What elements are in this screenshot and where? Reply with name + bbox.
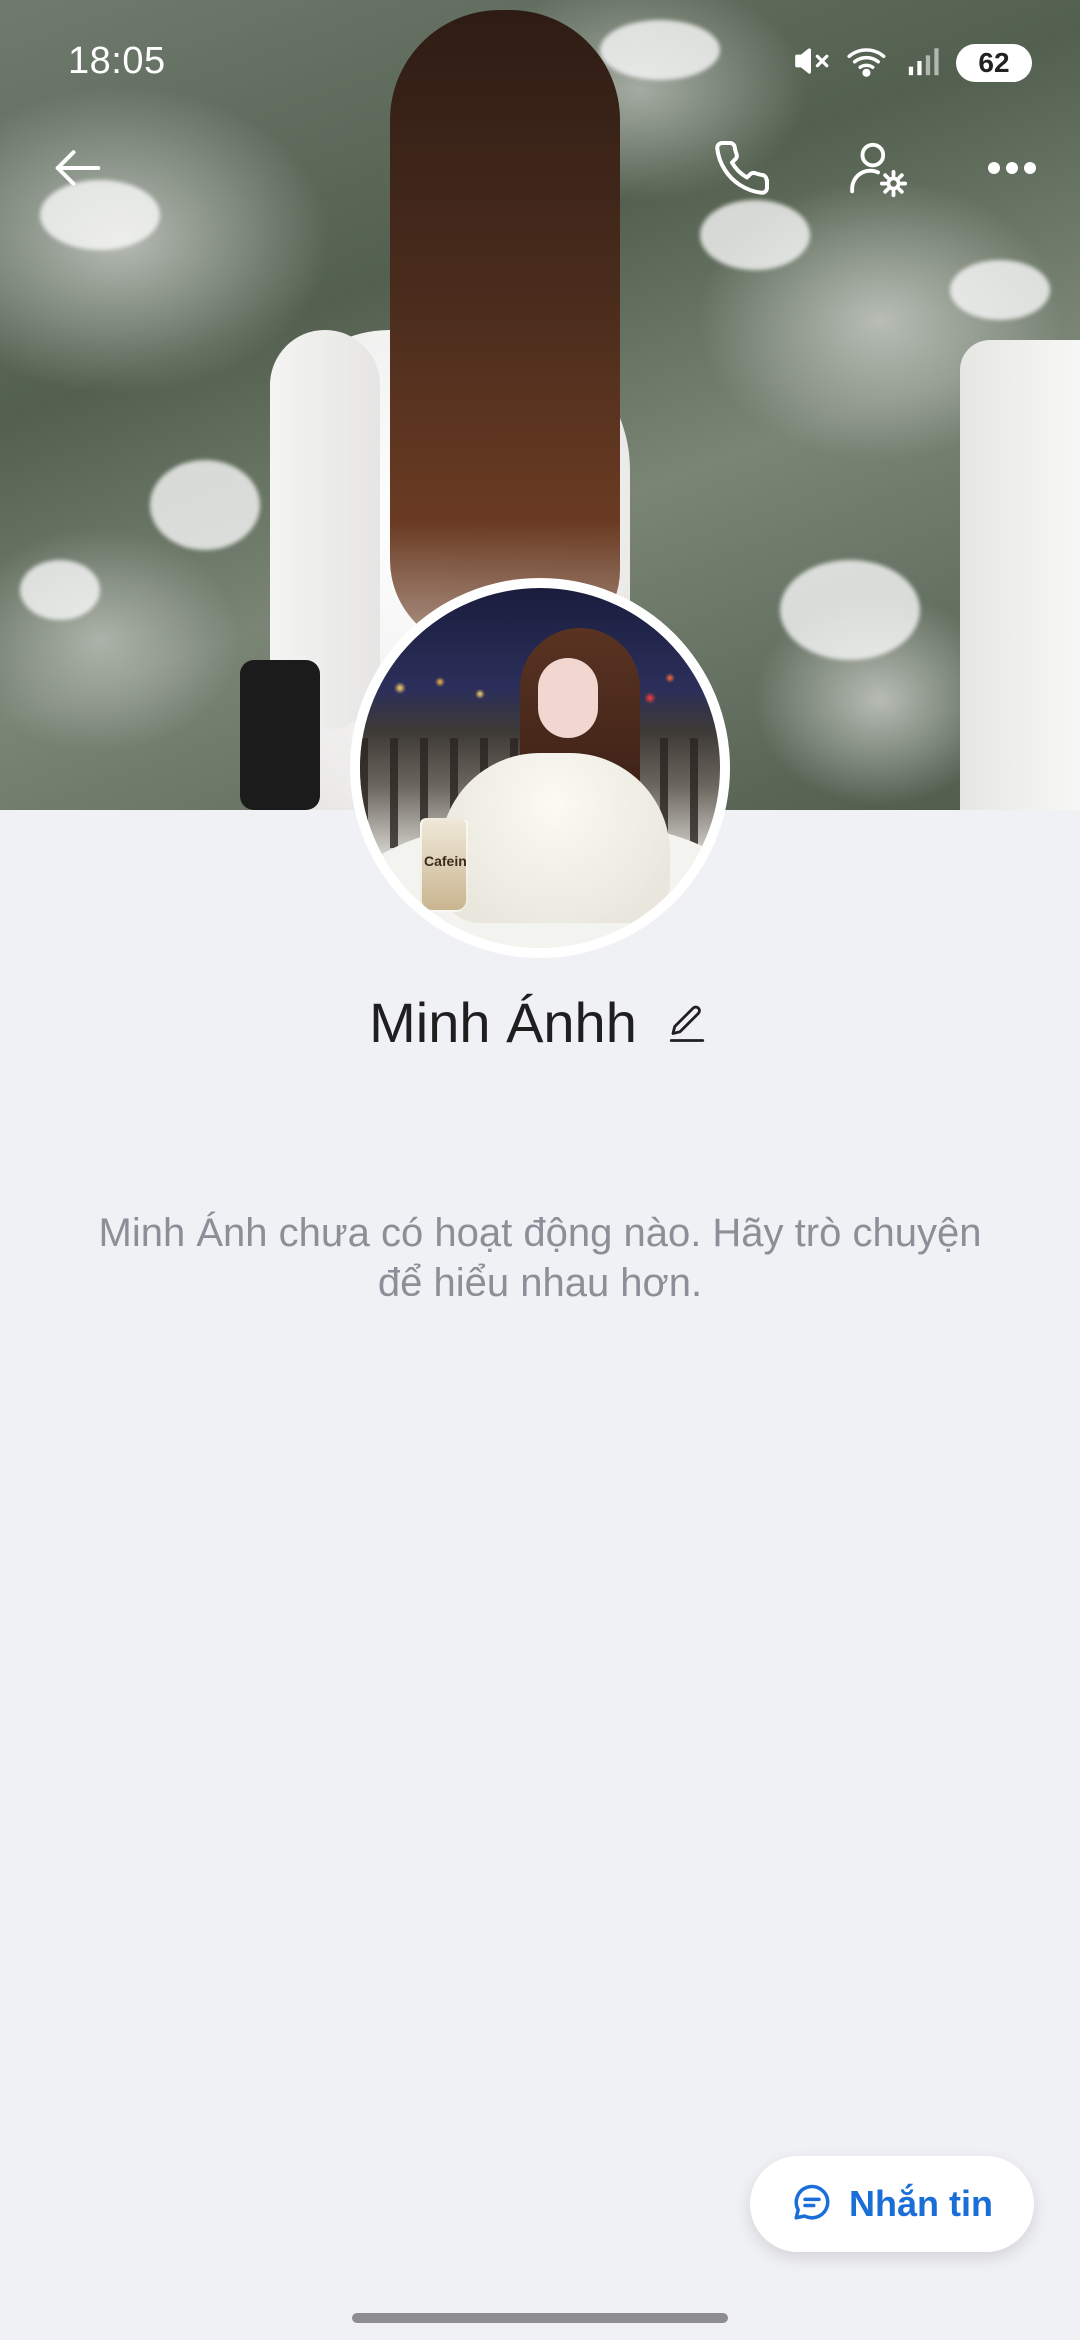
profile-settings-button[interactable]: [838, 130, 918, 210]
wifi-icon: [846, 42, 890, 85]
avatar-photo: Cafein: [360, 588, 720, 948]
signal-icon: [906, 44, 940, 83]
cover-decoration: [700, 200, 810, 270]
gesture-bar[interactable]: [352, 2313, 728, 2323]
cover-decoration: [950, 260, 1050, 320]
avatar-dress: [440, 753, 670, 923]
empty-activity-message: Minh Ánh chưa có hoạt động nào. Hãy trò …: [98, 1211, 982, 1305]
avatar[interactable]: Cafein: [350, 578, 730, 958]
cover-decoration: [20, 560, 100, 620]
status-bar: 18:05 62: [0, 0, 1080, 130]
more-button[interactable]: [972, 130, 1052, 210]
name-row: Minh Ánhh: [0, 990, 1080, 1055]
pencil-icon: [669, 1005, 705, 1042]
back-button[interactable]: [38, 130, 118, 210]
battery-indicator: 62: [956, 44, 1032, 82]
call-button[interactable]: [702, 130, 782, 210]
cover-bag: [240, 660, 320, 810]
cover-pillar: [960, 340, 1080, 810]
avatar-face: [538, 658, 598, 738]
back-arrow-icon: [51, 141, 105, 200]
phone-icon: [712, 138, 772, 203]
chat-bubble-icon: [791, 2181, 833, 2228]
user-settings-icon: [847, 137, 909, 204]
edit-name-button[interactable]: [663, 999, 711, 1047]
status-time: 18:05: [68, 40, 166, 82]
status-icons: 62: [792, 40, 1032, 86]
more-icon: [984, 158, 1040, 183]
cover-decoration: [780, 560, 920, 660]
message-button[interactable]: Nhắn tin: [750, 2156, 1034, 2252]
message-button-label: Nhắn tin: [849, 2183, 993, 2224]
profile-name: Minh Ánhh: [369, 991, 637, 1054]
avatar-cup-label: Cafein: [424, 853, 467, 869]
mute-icon: [792, 42, 830, 85]
cover-decoration: [150, 460, 260, 550]
